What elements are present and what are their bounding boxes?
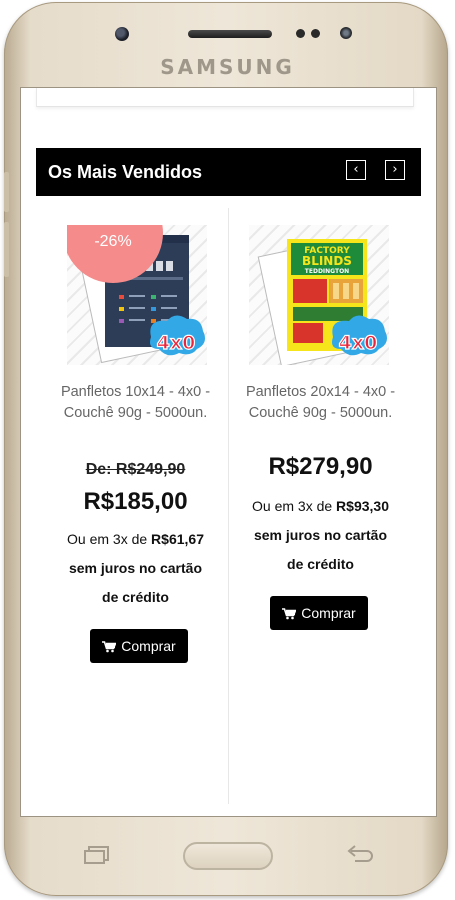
product-card[interactable]: FACTORY BLINDS TEDDINGTON 4x0 Panfletos … <box>229 208 412 804</box>
flyer-tag: 4x0 <box>339 332 378 354</box>
sensor-dot <box>311 29 320 38</box>
installment-terms: de crédito <box>287 556 354 572</box>
product-name-line: Couchê 90g - 5000un. <box>63 405 208 421</box>
old-price: De: R$249,90 <box>85 461 186 478</box>
product-name[interactable]: Panfletos 20x14 - 4x0 - Couchê 90g - 500… <box>229 382 412 424</box>
buy-button[interactable]: Comprar <box>90 629 188 663</box>
flyer-illustration: FACTORY BLINDS TEDDINGTON 4x0 <box>257 238 387 365</box>
installment-prefix: Ou em 3x de <box>67 531 152 547</box>
carousel-prev-button[interactable]: ‹ <box>346 160 366 180</box>
flyer-tag: 4x0 <box>157 332 196 354</box>
camera-icon <box>115 27 129 41</box>
product-name-line: Panfletos 10x14 - 4x0 - <box>60 384 211 400</box>
carousel-next-button[interactable]: › <box>385 160 405 180</box>
installment-terms: de crédito <box>102 589 169 605</box>
buy-button-label: Comprar <box>121 638 176 654</box>
product-price: R$279,90 <box>268 453 373 480</box>
buy-button[interactable]: Comprar <box>270 596 368 630</box>
sensor-dot <box>296 29 305 38</box>
flyer-title-line: BLINDS <box>302 254 352 268</box>
chevron-right-icon: › <box>392 162 398 177</box>
installment-info: Ou em 3x de R$93,30 sem juros no cartão … <box>237 492 404 579</box>
product-price: R$185,00 <box>83 488 188 515</box>
installment-prefix: Ou em 3x de <box>252 498 337 514</box>
speaker-grille <box>188 30 272 38</box>
product-name[interactable]: Panfletos 10x14 - 4x0 - Couchê 90g - 500… <box>44 382 227 424</box>
installment-value: R$61,67 <box>151 531 204 547</box>
discount-label: -26% <box>94 233 132 250</box>
proximity-sensor <box>340 27 352 39</box>
installment-terms: sem juros no cartão <box>253 527 388 543</box>
product-carousel: 4x0 -26% Panfletos 10x14 - 4x0 - Couchê … <box>44 208 412 804</box>
section-title: Os Mais Vendidos <box>48 162 203 182</box>
installment-terms: sem juros no cartão <box>68 560 203 576</box>
section-header: Os Mais Vendidos ‹ › <box>36 148 421 196</box>
phone-screen: Os Mais Vendidos ‹ › 4x0 -26% Panfletos … <box>21 88 436 816</box>
brand-logo: SAMSUNG <box>160 55 295 79</box>
installment-info: Ou em 3x de R$61,67 sem juros no cartão … <box>52 525 219 612</box>
buy-button-label: Comprar <box>301 605 356 621</box>
product-name-line: Panfletos 20x14 - 4x0 - <box>245 384 396 400</box>
cart-icon <box>282 608 297 620</box>
back-icon[interactable] <box>345 844 375 864</box>
product-name-line: Couchê 90g - 5000un. <box>248 405 393 421</box>
product-image[interactable]: 4x0 -26% <box>67 225 207 365</box>
recent-apps-icon[interactable] <box>84 846 110 864</box>
product-card[interactable]: 4x0 -26% Panfletos 10x14 - 4x0 - Couchê … <box>44 208 227 804</box>
previous-section-card <box>36 88 414 107</box>
installment-value: R$93,30 <box>336 498 389 514</box>
home-button[interactable] <box>183 842 273 870</box>
cart-icon <box>102 641 117 653</box>
flyer-title-line: TEDDINGTON <box>305 268 349 275</box>
volume-button <box>4 222 9 277</box>
volume-button <box>4 172 9 212</box>
product-image[interactable]: FACTORY BLINDS TEDDINGTON 4x0 <box>249 225 389 365</box>
chevron-left-icon: ‹ <box>353 162 359 177</box>
